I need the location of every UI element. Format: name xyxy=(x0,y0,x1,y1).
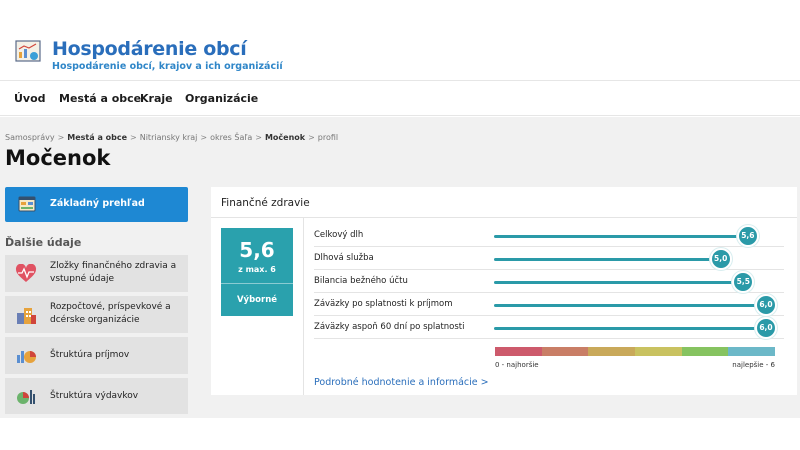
heart-pulse-icon xyxy=(15,264,37,282)
sidebar-item-organizacie[interactable]: Rozpočtové, príspevkové a dcérske organi… xyxy=(5,296,188,333)
sidebar-item-label: Štruktúra výdavkov xyxy=(50,391,139,401)
sidebar-item-label: Rozpočtové, príspevkové a dcérske organi… xyxy=(50,302,171,325)
scale-segment xyxy=(635,347,682,356)
main-nav: Úvod Mestá a obce Kraje Organizácie xyxy=(0,80,800,116)
breadcrumb-item[interactable]: Samosprávy xyxy=(5,133,55,142)
metric-row[interactable]: Záväzky po splatnosti k príjmom 6,0 xyxy=(314,293,784,316)
metric-bar xyxy=(494,327,766,330)
divider xyxy=(303,218,304,395)
details-link[interactable]: Podrobné hodnotenie a informácie > xyxy=(314,377,489,388)
breadcrumb-separator: > xyxy=(57,133,65,142)
nav-item-uvod[interactable]: Úvod xyxy=(14,92,46,105)
divider xyxy=(211,217,797,218)
sidebar-item-zlozky[interactable]: Zložky finančného zdravia a vstupné údaj… xyxy=(5,255,188,292)
breadcrumb-separator: > xyxy=(255,133,262,142)
scale-segment xyxy=(541,347,589,356)
sidebar-item-struktura-vydavkov[interactable]: Štruktúra výdavkov xyxy=(5,378,188,414)
logo-chart-icon[interactable] xyxy=(15,40,41,64)
overall-score-rating: Výborné xyxy=(236,295,278,305)
metric-label: Záväzky aspoň 60 dní po splatnosti xyxy=(314,322,465,332)
expense-chart-icon xyxy=(17,390,35,404)
metric-row[interactable]: Dlhová služba 5,0 xyxy=(314,247,784,270)
metric-label: Dlhová služba xyxy=(314,253,374,263)
scale-segment xyxy=(728,347,776,356)
scale-segment xyxy=(495,347,542,356)
card-title: Finančné zdravie xyxy=(221,197,310,209)
nav-item-organizacie[interactable]: Organizácie xyxy=(185,92,258,105)
page-title: Močenok xyxy=(5,146,111,170)
metric-value-badge: 6,0 xyxy=(755,317,777,339)
site-title[interactable]: Hospodárenie obcí xyxy=(52,38,247,60)
metric-value-badge: 6,0 xyxy=(755,294,777,316)
metric-row[interactable]: Celkový dlh 5,6 xyxy=(314,224,784,247)
sidebar-item-label: Štruktúra príjmov xyxy=(50,350,130,360)
metric-bar xyxy=(494,258,721,261)
scale-min-label: 0 - najhoršie xyxy=(495,361,539,369)
financial-health-card: Finančné zdravie 5,6 z max. 6 Výborné Ce… xyxy=(211,187,797,395)
metric-row[interactable]: Bilancia bežného účtu 5,5 xyxy=(314,270,784,293)
scale-segment xyxy=(681,347,729,356)
sidebar-item-zakladny-prehlad[interactable]: Základný prehľad xyxy=(5,187,188,222)
breadcrumb: Samosprávy > Mestá a obce > Nitriansky kraj >… xyxy=(5,133,338,142)
sidebar-item-label: Zložky finančného zdravia a vstupné údaj… xyxy=(50,261,177,284)
breadcrumb-item[interactable]: Močenok xyxy=(265,133,305,142)
buildings-icon xyxy=(17,308,36,324)
breadcrumb-item[interactable]: okres Šaľa xyxy=(210,133,252,142)
breadcrumb-current: profil xyxy=(317,133,339,142)
site-subtitle: Hospodárenie obcí, krajov a ich organizá… xyxy=(52,61,283,72)
metric-label: Záväzky po splatnosti k príjmom xyxy=(314,299,453,309)
dashboard-icon xyxy=(18,196,36,212)
overall-score-value: 5,6 xyxy=(239,238,275,262)
scale-segment xyxy=(588,347,636,356)
overall-score-box[interactable]: 5,6 z max. 6 Výborné xyxy=(221,228,293,316)
sidebar-item-label: Základný prehľad xyxy=(50,198,145,209)
breadcrumb-item[interactable]: Mestá a obce xyxy=(67,133,127,142)
metric-bar xyxy=(494,235,748,238)
breadcrumb-separator: > xyxy=(200,133,208,142)
divider xyxy=(221,283,293,284)
sidebar-item-struktura-prijmov[interactable]: Štruktúra príjmov xyxy=(5,337,188,374)
overall-score-max: z max. 6 xyxy=(238,265,276,274)
metric-value-badge: 5,0 xyxy=(709,248,732,270)
scale-max-label: najlepšie - 6 xyxy=(732,361,775,369)
nav-item-kraje[interactable]: Kraje xyxy=(140,92,173,105)
rating-scale xyxy=(495,347,776,356)
metric-bar xyxy=(494,281,744,284)
metric-label: Bilancia bežného účtu xyxy=(314,276,408,286)
metric-value-badge: 5,5 xyxy=(732,271,755,293)
nav-item-mesta-a-obce[interactable]: Mestá a obce xyxy=(59,92,141,105)
site-header: Hospodárenie obcí Hospodárenie obcí, kra… xyxy=(0,0,800,80)
breadcrumb-separator: > xyxy=(130,133,137,142)
income-chart-icon xyxy=(17,351,36,363)
metric-value-badge: 5,6 xyxy=(736,225,759,247)
breadcrumb-separator: > xyxy=(308,133,315,142)
metric-bar xyxy=(494,304,766,307)
sidebar-heading: Ďalšie údaje xyxy=(5,236,82,249)
breadcrumb-item[interactable]: Nitriansky kraj xyxy=(140,133,198,142)
metric-row[interactable]: Záväzky aspoň 60 dní po splatnosti 6,0 xyxy=(314,316,784,339)
metric-label: Celkový dlh xyxy=(314,230,364,240)
